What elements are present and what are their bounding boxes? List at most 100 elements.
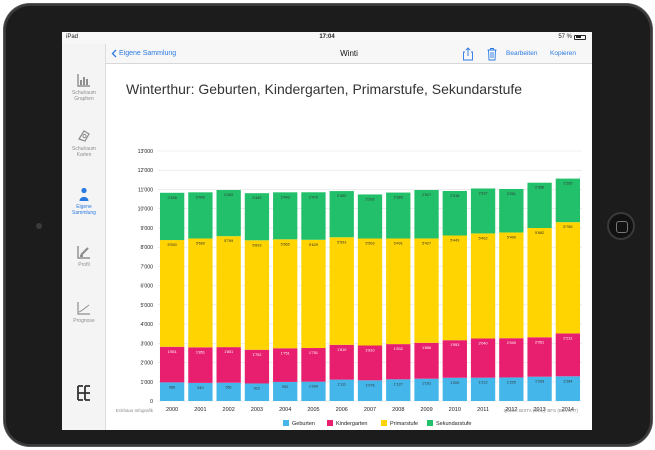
sidebar-item-sammlung[interactable]: Eigene Sammlung bbox=[62, 186, 106, 216]
data-label: 1'751 bbox=[309, 351, 318, 355]
bar-segment-primarstufe bbox=[329, 237, 354, 345]
data-label: 5'427 bbox=[422, 241, 431, 245]
y-tick-label: 2'000 bbox=[140, 361, 153, 367]
data-label: 992 bbox=[282, 385, 288, 389]
bar-segment-primarstufe bbox=[555, 222, 581, 334]
data-label: 5'660 bbox=[196, 241, 205, 245]
navigation-bar: Eigene Sammlung Winti Bearbeiten Kopiere… bbox=[106, 44, 592, 64]
sidebar-item-label: Sammlung bbox=[72, 210, 96, 216]
sidebar-item-label: Karten bbox=[76, 152, 92, 158]
bar-segment-primarstufe bbox=[159, 240, 185, 347]
x-tick-label: 2007 bbox=[364, 407, 376, 413]
data-label: 1'263 bbox=[535, 380, 544, 384]
data-label: 5'629 bbox=[309, 243, 318, 247]
sidebar-item-karten[interactable]: Schulraum Karten bbox=[62, 128, 106, 158]
data-label: 5'593 bbox=[337, 240, 346, 244]
data-label: 5'693 bbox=[252, 243, 261, 247]
data-label: 5'462 bbox=[478, 236, 487, 240]
edit-button[interactable]: Bearbeiten bbox=[506, 50, 537, 57]
home-button[interactable] bbox=[607, 212, 635, 240]
data-label: 5'550 bbox=[168, 243, 177, 247]
data-label: 5'499 bbox=[507, 235, 516, 239]
line-chart-icon bbox=[77, 302, 90, 315]
bar-segment-primarstufe bbox=[244, 240, 270, 350]
legend-swatch bbox=[381, 420, 387, 426]
data-label: 2'261 bbox=[507, 192, 516, 196]
data-label: 2'316 bbox=[450, 194, 459, 198]
x-tick-label: 2008 bbox=[392, 407, 404, 413]
trash-icon[interactable] bbox=[486, 47, 498, 61]
data-label: 5'682 bbox=[535, 231, 544, 235]
y-tick-label: 12'000 bbox=[138, 168, 154, 174]
legend-swatch bbox=[427, 420, 433, 426]
credit-label: Eckhaus Infografik bbox=[116, 408, 154, 413]
screen: iPad 17:04 57 % Schulraum Graphen Schulr… bbox=[62, 32, 592, 430]
data-label: 2'389 bbox=[394, 196, 403, 200]
y-tick-label: 5'000 bbox=[140, 303, 153, 309]
person-icon bbox=[79, 187, 89, 201]
bar-segment-primarstufe bbox=[470, 233, 496, 339]
bar-segment-primarstufe bbox=[499, 232, 524, 339]
data-label: 1'810 bbox=[365, 349, 374, 353]
edit-chart-icon bbox=[77, 246, 90, 259]
data-label: 5'491 bbox=[394, 242, 403, 246]
data-label: 2'040 bbox=[507, 341, 516, 345]
data-label: 5'563 bbox=[365, 242, 374, 246]
y-tick-label: 1'000 bbox=[140, 380, 153, 386]
bar-segment-primarstufe bbox=[527, 228, 552, 338]
sidebar-item-profil[interactable]: Profil bbox=[62, 244, 106, 268]
data-label: 2'051 bbox=[535, 340, 544, 344]
battery-icon bbox=[574, 34, 586, 40]
copy-button[interactable]: Kopieren bbox=[550, 50, 576, 57]
chart-content: Winterthur: Geburten, Kindergarten, Prim… bbox=[106, 64, 592, 430]
share-icon[interactable] bbox=[462, 47, 474, 61]
y-tick-label: 10'000 bbox=[138, 207, 154, 213]
bar-segment-primarstufe bbox=[442, 235, 467, 341]
x-tick-label: 2002 bbox=[223, 407, 235, 413]
data-label: 2'400 bbox=[196, 195, 205, 199]
data-label: 1'851 bbox=[224, 350, 233, 354]
bar-segment-primarstufe bbox=[357, 238, 383, 346]
front-camera bbox=[36, 223, 42, 229]
bar-segment-sekundarstufe bbox=[159, 192, 185, 241]
legend-label: Geburten bbox=[292, 421, 315, 427]
data-label: 968 bbox=[169, 385, 175, 389]
data-label: 2'292 bbox=[365, 197, 374, 201]
x-tick-label: 2011 bbox=[477, 407, 489, 413]
sidebar-item-label: Prognose bbox=[73, 318, 95, 324]
legend-label: Kindergarten bbox=[336, 421, 368, 427]
battery-percent: 57 % bbox=[558, 34, 572, 40]
data-label: 1'225 bbox=[507, 380, 516, 384]
data-label: 1'810 bbox=[337, 348, 346, 352]
sidebar: Schulraum Graphen Schulraum Karten Eigen… bbox=[62, 44, 106, 430]
data-label: 1'076 bbox=[365, 383, 374, 387]
bar-chart-icon bbox=[77, 74, 90, 87]
sidebar-item-graphen[interactable]: Schulraum Graphen bbox=[62, 72, 106, 102]
y-tick-label: 0 bbox=[150, 399, 153, 405]
bar-segment-primarstufe bbox=[188, 238, 213, 348]
eckhaus-logo-icon[interactable] bbox=[75, 384, 93, 402]
x-tick-label: 2009 bbox=[420, 407, 432, 413]
data-label: 1'127 bbox=[394, 382, 403, 386]
sidebar-item-prognose[interactable]: Prognose bbox=[62, 300, 106, 324]
legend-swatch bbox=[327, 420, 333, 426]
data-label: 2'402 bbox=[337, 194, 346, 198]
source-label: Quelle: BISTA (SOL); BFS (BEVNAT) bbox=[503, 408, 578, 413]
bar-segment-sekundarstufe bbox=[301, 192, 326, 240]
data-label: 1'111 bbox=[337, 383, 346, 387]
data-label: 2'443 bbox=[281, 195, 290, 199]
stacked-bar-chart: 0 1'000 2'000 3'000 4'000 5'000 6'000 7'000 8'00… bbox=[138, 149, 582, 427]
map-pin-icon bbox=[78, 130, 90, 142]
sidebar-item-label: Profil bbox=[78, 262, 90, 268]
data-label: 1'004 bbox=[309, 385, 318, 389]
x-tick-label: 2010 bbox=[449, 407, 461, 413]
data-label: 2'449 bbox=[252, 196, 261, 200]
data-label: 2'231 bbox=[563, 336, 572, 340]
data-label: 951 bbox=[225, 386, 231, 390]
y-tick-label: 8'000 bbox=[140, 245, 153, 251]
status-time: 17:04 bbox=[319, 34, 335, 40]
sidebar-item-label: Graphen bbox=[74, 96, 94, 102]
y-tick-label: 11'000 bbox=[138, 187, 153, 193]
bar-segment-primarstufe bbox=[301, 239, 326, 349]
bar-segment-primarstufe bbox=[273, 239, 298, 349]
